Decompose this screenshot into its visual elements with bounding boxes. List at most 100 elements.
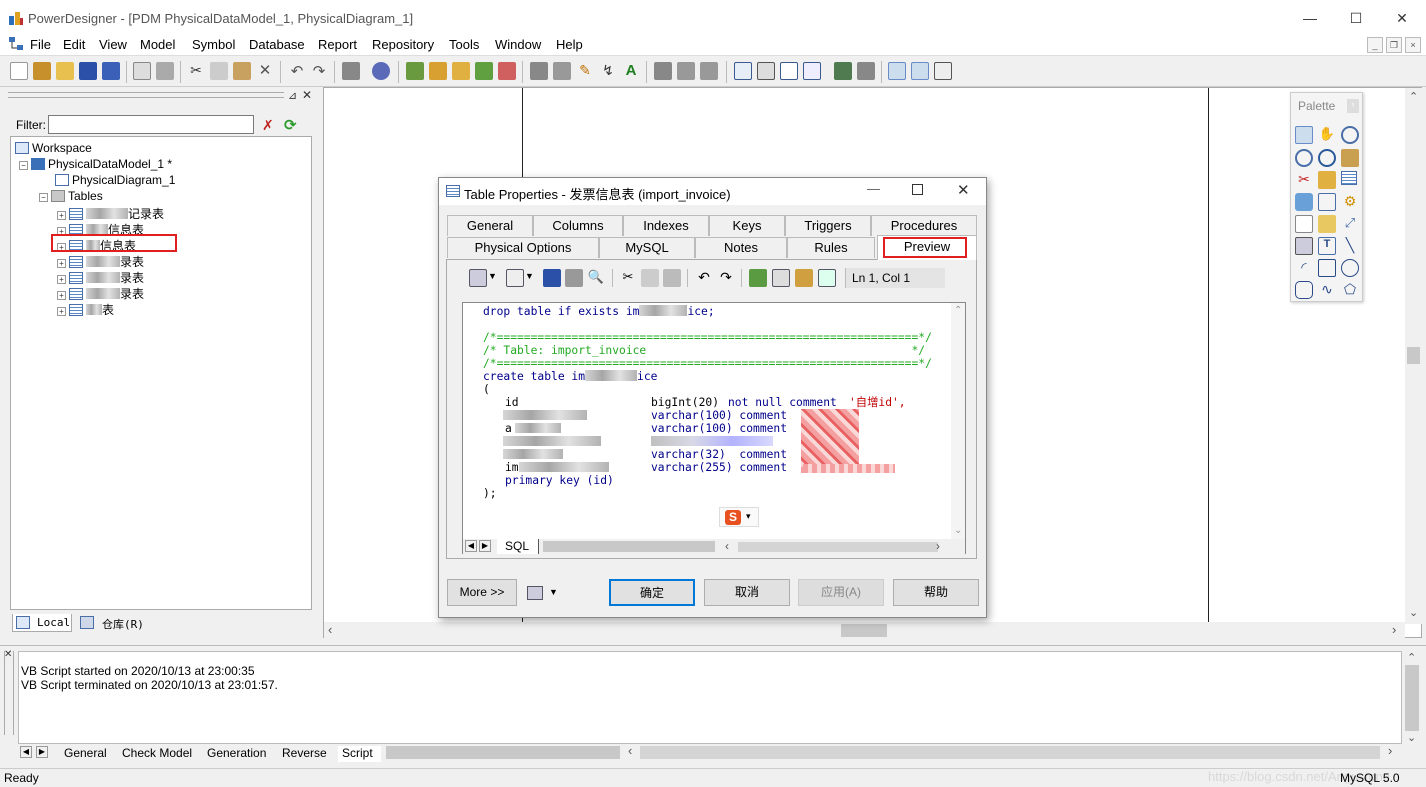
tab-notes[interactable]: Notes [695,237,787,258]
output-tab-script[interactable]: Script [338,746,381,762]
dropdown-arrow-icon[interactable]: ▼ [525,271,534,281]
zoom-out-icon[interactable] [1295,149,1313,167]
tree-node-tables-folder[interactable]: − Tables [39,189,103,203]
menu-tools[interactable]: Tools [449,37,479,52]
open-icon[interactable] [56,62,74,80]
expand-icon[interactable]: + [57,259,66,268]
filter-input[interactable] [48,115,254,134]
properties-icon[interactable] [342,62,360,80]
tree-node-table[interactable]: + 录表 [57,269,144,286]
reverse-icon[interactable] [857,62,875,80]
sql-preview-editor[interactable]: drop table if exists im ice; /*==========… [462,302,966,554]
print-icon[interactable] [565,269,583,287]
ime-indicator[interactable]: S ▾ [719,507,759,527]
output-horizontal-scroll-thumb[interactable] [640,746,1380,759]
scroll-up-icon[interactable]: ⌃ [954,305,962,316]
output-text[interactable]: VB Script started on 2020/10/13 at 23:00… [18,651,1402,744]
tab-physical-options[interactable]: Physical Options [447,237,599,258]
scroll-right-icon[interactable]: › [1388,743,1392,758]
paste-icon[interactable] [663,269,681,287]
delete-icon[interactable]: ✕ [256,62,274,80]
file-tool-icon[interactable] [1295,215,1313,233]
tab-scroll-left-icon[interactable]: ◀ [20,746,32,758]
dropdown-arrow-icon[interactable]: ▼ [488,271,497,281]
menu-help[interactable]: Help [556,37,583,52]
scroll-right-icon[interactable]: › [1392,622,1396,637]
expand-icon[interactable]: + [57,275,66,284]
collapse-icon[interactable]: − [39,193,48,202]
panel-float-icon[interactable]: ⊿ [288,89,297,102]
ellipse-tool-icon[interactable] [1341,259,1359,277]
line-tool-icon[interactable]: ╲ [1341,237,1359,255]
tree-node-table[interactable]: + 录表 [57,285,144,302]
note-tool-icon[interactable] [1318,215,1336,233]
tab-procedures[interactable]: Procedures [871,215,977,236]
zoom-in-icon[interactable] [1341,126,1359,144]
pointer-icon[interactable] [1295,126,1313,144]
mdi-close-icon[interactable]: × [1405,37,1421,53]
reference-tool-icon[interactable] [1318,193,1336,211]
polygon-tool-icon[interactable]: ⬠ [1341,281,1359,299]
save-icon[interactable] [79,62,97,80]
dropdown-arrow-icon[interactable]: ▼ [549,587,558,597]
menu-file[interactable]: File [30,37,51,52]
output-tab-generation[interactable]: Generation [207,746,266,762]
refresh-icon[interactable] [475,62,493,80]
refresh-filter-icon[interactable]: ⟳ [284,116,297,134]
arrow-right-icon[interactable] [700,62,718,80]
tree-node-table[interactable]: + 表 [57,301,114,318]
zoom-page-icon[interactable] [888,62,906,80]
scroll-thumb[interactable] [841,624,887,637]
menu-model[interactable]: Model [140,37,175,52]
tree-node-table[interactable]: + 录表 [57,253,144,270]
tab-keys[interactable]: Keys [709,215,785,236]
find-icon[interactable]: 🔍 [587,269,605,287]
menu-edit[interactable]: Edit [63,37,85,52]
copy-icon[interactable] [210,62,228,80]
dialog-minimize-icon[interactable]: — [867,181,880,196]
view-tool-icon[interactable] [1295,193,1313,211]
tree-node-model[interactable]: − PhysicalDataModel_1 * [19,157,172,171]
refresh-icon[interactable] [749,269,767,287]
panel-grip[interactable] [8,92,284,98]
text-tool-icon[interactable]: T [1318,237,1336,255]
browser-icon[interactable] [780,62,798,80]
help-button[interactable]: 帮助 [893,579,979,606]
edit-icon[interactable] [506,269,524,287]
tree-node-workspace[interactable]: Workspace [15,141,92,155]
paste-icon[interactable] [233,62,251,80]
model-icon[interactable] [406,62,424,80]
procedure-tool-icon[interactable]: ⚙ [1341,193,1359,211]
editor-vertical-scrollbar[interactable]: ⌃ ⌄ [951,303,965,539]
tree-node-diagram[interactable]: PhysicalDiagram_1 [55,173,175,187]
tab-rules[interactable]: Rules [787,237,875,258]
menu-repository[interactable]: Repository [372,37,434,52]
clear-filter-icon[interactable]: ✗ [262,117,274,134]
print-icon[interactable] [156,62,174,80]
minimize-button[interactable]: — [1290,6,1330,30]
tab-sql[interactable]: SQL [497,539,539,554]
package-icon[interactable] [1318,171,1336,189]
check-model-icon[interactable] [498,62,516,80]
scroll-thumb[interactable] [1405,665,1419,731]
tab-indexes[interactable]: Indexes [623,215,709,236]
scroll-down-icon[interactable]: ⌄ [1409,606,1418,619]
generate-icon[interactable] [834,62,852,80]
rounded-rect-tool-icon[interactable] [1295,281,1313,299]
sql-menu-icon[interactable] [527,586,543,600]
title-tool-icon[interactable] [1295,237,1313,255]
tab-repository[interactable]: 仓库(R) [78,614,158,632]
polyline-tool-icon[interactable]: ∿ [1318,281,1336,299]
find-icon[interactable] [452,62,470,80]
menu-view[interactable]: View [99,37,127,52]
canvas-horizontal-scrollbar[interactable]: ‹ › [324,622,1405,639]
mdi-restore-icon[interactable]: ❐ [1386,37,1402,53]
close-button[interactable]: ✕ [1382,6,1422,30]
cancel-button[interactable]: 取消 [704,579,790,606]
output-icon[interactable] [757,62,775,80]
menu-symbol[interactable]: Symbol [192,37,235,52]
sql-menu-icon[interactable] [469,269,487,287]
mdi-model-icon[interactable] [8,36,24,52]
tab-scroll-right-icon[interactable]: ▶ [479,540,491,552]
package-icon[interactable] [429,62,447,80]
